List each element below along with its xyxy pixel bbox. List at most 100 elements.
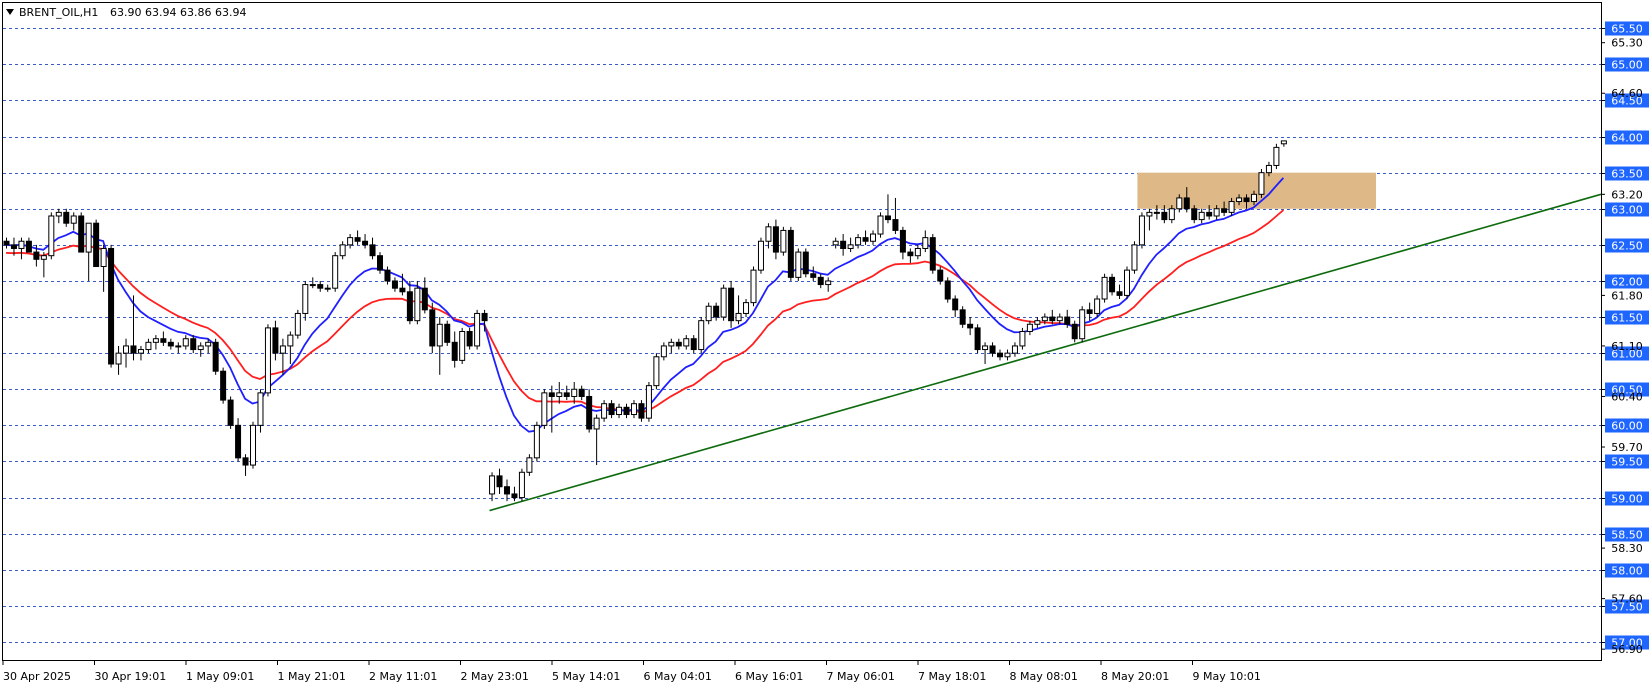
candle-body-bear [638,403,645,419]
candle-body-bear [974,327,981,351]
candle[interactable] [601,400,608,422]
candle-body-bear [212,341,219,372]
candle-body-bear [63,211,70,224]
candle[interactable] [728,280,735,328]
candle[interactable] [780,226,787,256]
candle[interactable] [877,212,884,238]
candle[interactable] [526,454,533,476]
candle-body-bear [713,305,720,318]
candle-body-bear [623,406,630,416]
price-level-label: 62.50 [1611,240,1643,253]
candle-body-bull [1176,197,1183,210]
price-level-label: 60.00 [1611,420,1643,433]
candle[interactable] [705,302,712,325]
candle[interactable] [264,324,271,397]
candle[interactable] [518,468,525,502]
candle-body-bear [242,457,249,466]
candle[interactable] [757,237,764,274]
time-tick-label: 1 May 09:01 [186,670,254,683]
candle-body-bull [1138,215,1145,246]
candle[interactable] [1273,143,1280,170]
candle[interactable] [944,277,951,303]
candle[interactable] [1079,306,1086,343]
candle[interactable] [959,306,966,328]
candle[interactable] [533,421,540,462]
candle-body-bull [287,334,294,347]
candle-body-bull [309,284,316,287]
candle[interactable] [1101,273,1108,303]
candle-body-bull [115,352,122,365]
candle-body-bull [1101,276,1108,300]
candle-body-bear [802,251,809,275]
candle[interactable] [1138,212,1145,249]
candle-body-bull [197,345,204,351]
candle-body-bull [40,255,47,260]
candle-body-bear [406,291,413,322]
candle-body-bear [772,226,779,253]
candle[interactable] [93,219,100,268]
candle[interactable] [929,234,936,274]
candle[interactable] [802,248,809,278]
candle[interactable] [227,396,234,429]
candle[interactable] [78,212,85,253]
time-tick-label: 8 May 20:01 [1101,670,1169,683]
candle[interactable] [212,338,219,375]
candle-body-bull [1019,331,1026,347]
candle[interactable] [720,284,727,321]
price-chart[interactable]: 65.5065.0064.5064.0063.5063.0062.5062.00… [0,0,1651,686]
candle[interactable] [332,252,339,292]
candle[interactable] [108,244,115,368]
candle-body-bull [847,244,854,249]
candle[interactable] [1131,241,1138,274]
candle[interactable] [541,389,548,429]
candle[interactable] [377,252,383,274]
candle-body-bull [100,247,107,268]
candle-body-bear [33,251,40,260]
candle-body-bear [451,341,458,361]
price-tick-label: 65.30 [1611,37,1643,50]
candle[interactable] [698,317,705,354]
candle[interactable] [1109,273,1116,296]
candle[interactable] [444,320,451,346]
candle[interactable] [466,327,473,350]
candle[interactable] [1258,169,1265,198]
price-level-label: 63.00 [1611,204,1643,217]
candle[interactable] [429,302,436,354]
candle-body-bear [10,244,17,249]
candle-body-bull [1004,352,1011,358]
candle-body-bear [787,229,794,278]
candle-body-bull [1168,208,1175,221]
candle-body-bull [877,215,884,235]
price-tick-label: 58.30 [1611,542,1643,555]
candle[interactable] [750,266,757,307]
candle-body-bear [429,309,436,347]
candle-body-bear [952,298,959,311]
candle-body-bull [526,457,533,473]
candle-body-bear [907,251,914,257]
candle[interactable] [1071,320,1078,343]
candle[interactable] [220,367,227,404]
candle-body-bear [78,215,85,253]
price-level-label: 62.00 [1611,276,1643,289]
candle[interactable] [787,226,794,281]
candle-body-bear [929,237,936,271]
candle[interactable] [1124,266,1130,300]
candle[interactable] [459,327,466,364]
candle[interactable] [294,309,301,339]
candle[interactable] [795,248,802,281]
candle[interactable] [48,212,55,260]
time-tick-label: 6 May 04:01 [644,670,712,683]
candle-body-bull [825,280,832,286]
candle-body-bull [279,345,286,354]
candle[interactable] [974,324,981,354]
candle-body-bear [167,341,174,347]
candle[interactable] [1019,327,1026,350]
candle[interactable] [1094,295,1101,318]
candle-body-bear [586,395,593,430]
candle-body-bull [982,345,989,351]
candle[interactable] [645,382,652,422]
candle[interactable] [638,400,645,422]
candle[interactable] [250,421,257,469]
candle[interactable] [474,309,481,350]
candle[interactable] [653,353,660,390]
